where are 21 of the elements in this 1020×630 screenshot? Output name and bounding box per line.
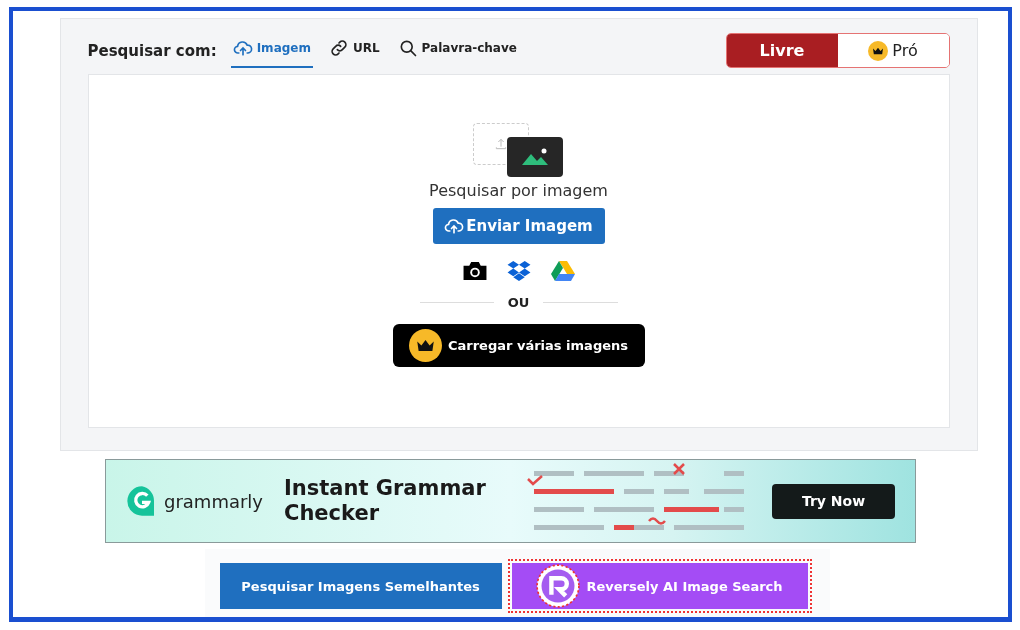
upload-button[interactable]: Enviar Imagem [432, 208, 605, 244]
search-tab[interactable]: Imagem [230, 33, 313, 68]
brand-name: grammarly [164, 490, 263, 512]
plan-toggle[interactable]: Livre [726, 34, 838, 67]
drive-icon[interactable] [549, 260, 576, 281]
upload-title: Pesquisar por imagem [429, 181, 608, 200]
dropbox-icon[interactable] [505, 260, 532, 281]
similar-images-button[interactable]: Pesquisar Imagens Semelhantes [219, 563, 502, 609]
arrow-logo-icon [536, 564, 581, 608]
try-now-button[interactable]: Try Now [772, 483, 895, 519]
ad-headline: Instant Grammar Checker [284, 475, 487, 527]
cloud-upload-icon [444, 216, 465, 236]
search-tab[interactable]: Palavra-chave [395, 33, 519, 68]
link-icon [328, 37, 349, 58]
search-tab[interactable]: URL [326, 33, 382, 68]
bulk-upload-button[interactable]: Carregar várias imagens [392, 324, 645, 367]
plan-toggle[interactable]: Pró [837, 34, 949, 67]
divider-label: OU [507, 295, 530, 310]
camera-icon[interactable] [461, 260, 488, 281]
search-with-label: Pesquisar com: [87, 41, 217, 60]
crown-icon [409, 329, 442, 362]
